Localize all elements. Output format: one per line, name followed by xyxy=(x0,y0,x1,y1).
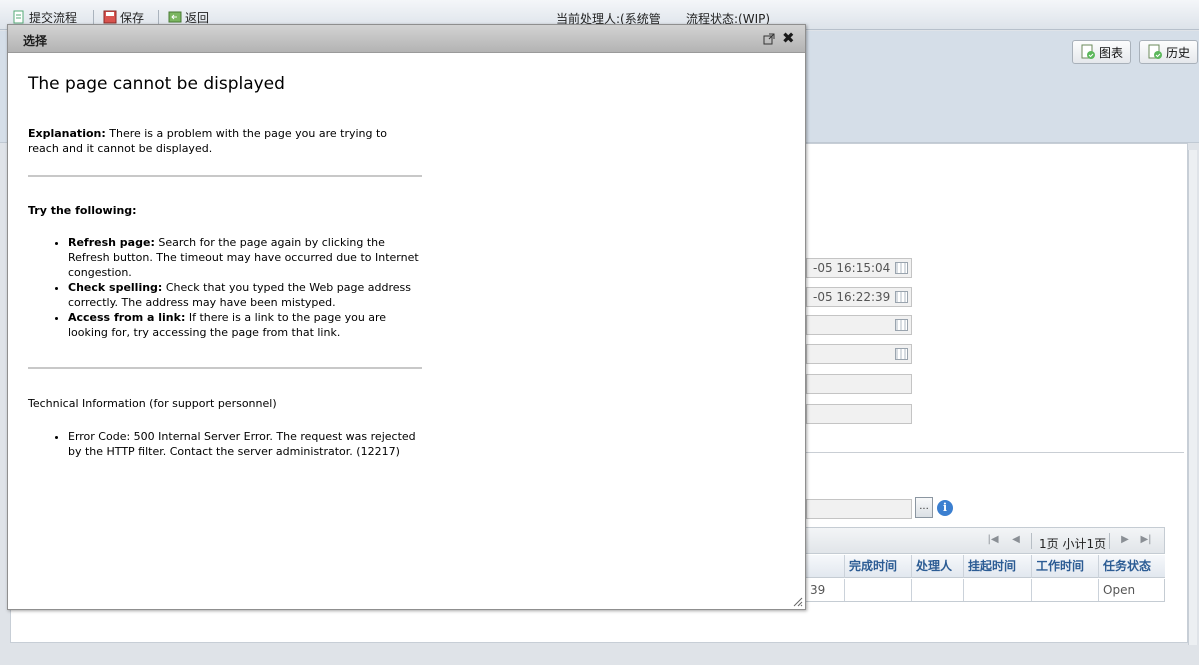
try-following-heading: Try the following: xyxy=(28,204,137,217)
table-row[interactable]: 39 Open xyxy=(806,579,1165,602)
history-label: 历史 xyxy=(1166,45,1191,60)
horizontal-rule xyxy=(28,175,422,177)
chart-button[interactable]: 图表 xyxy=(1072,40,1132,64)
column-header-work-time[interactable]: 工作时间 xyxy=(1031,555,1098,578)
suggestion-check-spelling: Check spelling: Check that you typed the… xyxy=(68,280,422,310)
technical-info-heading: Technical Information (for support perso… xyxy=(28,397,277,410)
suggestion-refresh: Refresh page: Search for the page again … xyxy=(68,235,422,280)
row-cell-completed-time xyxy=(844,579,911,601)
calendar-icon[interactable] xyxy=(895,291,908,303)
end-date-value: -05 16:22:39 xyxy=(813,290,891,304)
row-cell-suspend-time xyxy=(963,579,1031,601)
explanation-label: Explanation: xyxy=(28,127,106,140)
pager-separator xyxy=(1031,533,1032,549)
calendar-icon[interactable] xyxy=(895,262,908,274)
next-page-icon[interactable]: ▶ xyxy=(1119,534,1131,546)
info-icon[interactable]: i xyxy=(937,500,953,516)
text-field-2[interactable] xyxy=(806,404,912,424)
date-field-3[interactable] xyxy=(806,315,912,335)
save-icon xyxy=(103,10,117,24)
row-cell-work-time xyxy=(1031,579,1098,601)
calendar-icon[interactable] xyxy=(895,348,908,360)
prev-page-icon[interactable]: ◀ xyxy=(1010,534,1022,546)
suggestion-label: Access from a link: xyxy=(68,311,186,324)
start-date-value: -05 16:15:04 xyxy=(813,261,891,275)
column-header-handler[interactable]: 处理人 xyxy=(911,555,963,578)
column-header-suspend-time[interactable]: 挂起时间 xyxy=(963,555,1031,578)
grid-header: 完成时间 处理人 挂起时间 工作时间 任务状态 xyxy=(806,555,1165,578)
vertical-scrollbar[interactable] xyxy=(1188,150,1197,645)
submit-process-label: 提交流程 xyxy=(29,10,78,25)
chart-label: 图表 xyxy=(1099,45,1124,60)
row-cell-partial: 39 xyxy=(810,583,826,597)
grid-pager: |◀ ◀ 1页 小计1页 ▶ ▶| xyxy=(806,527,1165,554)
pager-separator xyxy=(1109,533,1110,549)
suggestion-label: Refresh page: xyxy=(68,236,155,249)
calendar-icon[interactable] xyxy=(895,319,908,331)
end-date-field[interactable]: -05 16:22:39 xyxy=(806,287,912,307)
chart-icon xyxy=(1081,44,1095,59)
page-indicator: 1页 小计1页 xyxy=(1039,537,1107,551)
back-label: 返回 xyxy=(185,10,210,25)
date-field-4[interactable] xyxy=(806,344,912,364)
start-date-field[interactable]: -05 16:15:04 xyxy=(806,258,912,278)
dialog-title: 选择 xyxy=(23,34,48,48)
section-divider xyxy=(806,452,1184,453)
popout-icon[interactable] xyxy=(763,33,775,45)
error-heading: The page cannot be displayed xyxy=(28,74,285,94)
first-page-icon[interactable]: |◀ xyxy=(987,534,999,546)
toolbar-separator xyxy=(158,10,159,24)
select-dialog: 选择 ✖ The page cannot be displayed Explan… xyxy=(7,24,806,610)
history-button[interactable]: 历史 xyxy=(1139,40,1199,64)
toolbar-separator xyxy=(93,10,94,24)
suggestion-list: Refresh page: Search for the page again … xyxy=(28,235,422,340)
suggestion-label: Check spelling: xyxy=(68,281,163,294)
resize-handle-icon[interactable] xyxy=(791,595,803,607)
document-icon xyxy=(13,10,24,24)
suggestion-access-link: Access from a link: If there is a link t… xyxy=(68,310,422,340)
column-header-completed-time[interactable]: 完成时间 xyxy=(844,555,911,578)
close-icon[interactable]: ✖ xyxy=(782,30,795,46)
technical-info-list: Error Code: 500 Internal Server Error. T… xyxy=(28,429,422,459)
history-icon xyxy=(1148,44,1162,59)
last-page-icon[interactable]: ▶| xyxy=(1140,534,1152,546)
horizontal-rule xyxy=(28,367,422,369)
save-label: 保存 xyxy=(120,10,145,25)
error-explanation: Explanation: There is a problem with the… xyxy=(28,126,418,156)
back-icon xyxy=(168,11,182,23)
column-header-task-status[interactable]: 任务状态 xyxy=(1098,555,1165,578)
error-code-item: Error Code: 500 Internal Server Error. T… xyxy=(68,429,422,459)
row-cell-task-status: Open xyxy=(1098,579,1165,601)
lookup-button[interactable]: ... xyxy=(915,497,933,518)
lookup-field[interactable] xyxy=(806,499,912,519)
row-cell-handler xyxy=(911,579,963,601)
text-field-1[interactable] xyxy=(806,374,912,394)
dialog-titlebar[interactable]: 选择 ✖ xyxy=(8,25,805,53)
